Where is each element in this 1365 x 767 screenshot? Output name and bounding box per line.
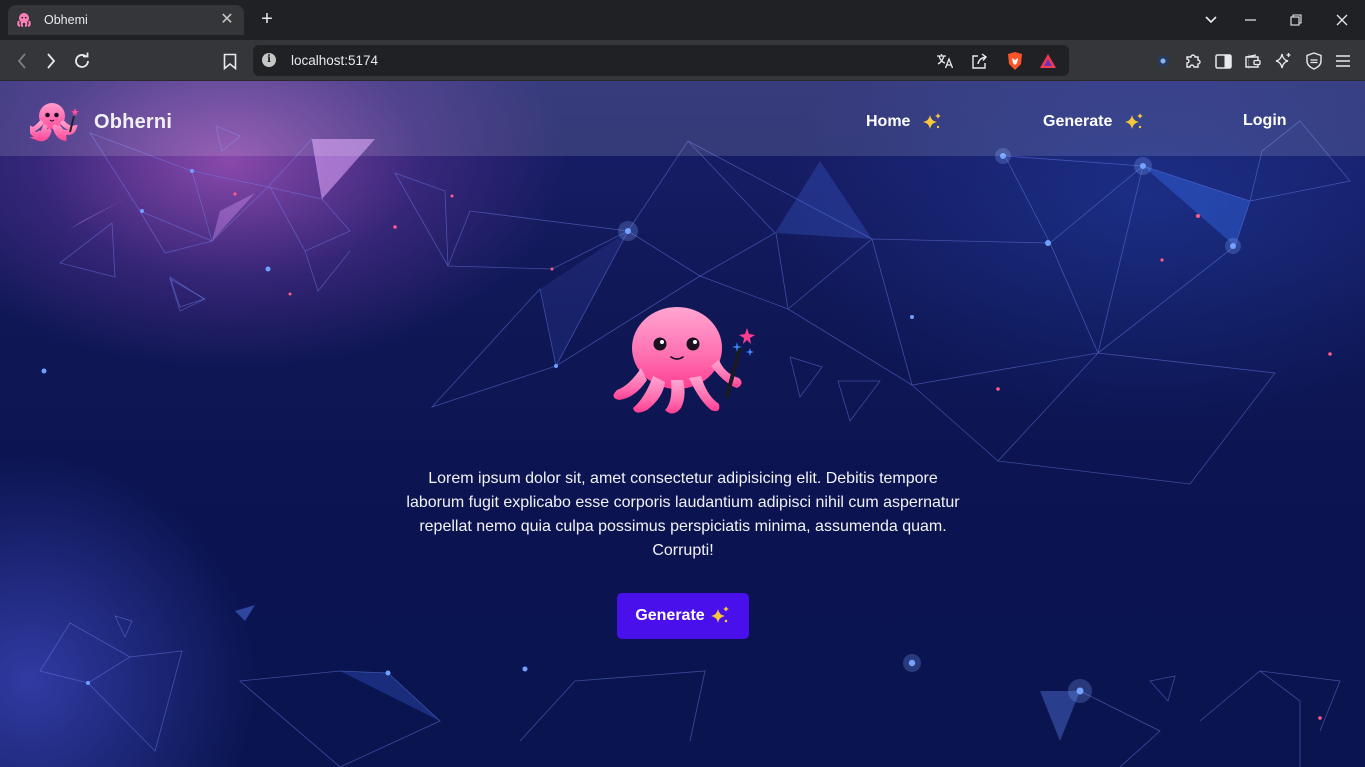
brand-link[interactable]: Obherni <box>30 101 172 143</box>
sidebar-icon[interactable] <box>1210 48 1236 74</box>
info-icon[interactable]: i <box>262 53 276 67</box>
generate-button-label: Generate <box>635 607 705 624</box>
restore-icon[interactable] <box>1274 0 1318 40</box>
bookmark-icon[interactable] <box>217 48 243 74</box>
tab-title: Obhemi <box>44 13 88 27</box>
chevron-down-icon[interactable] <box>1189 0 1233 40</box>
tab-strip: Obhemi ✕ + <box>0 0 1365 40</box>
octopus-favicon <box>16 12 32 28</box>
window-close-icon[interactable] <box>1320 0 1364 40</box>
nav-login-label: Login <box>1243 112 1287 129</box>
url-text: localhost:5174 <box>291 53 379 68</box>
share-icon[interactable] <box>968 50 990 72</box>
sparkles-icon <box>923 113 942 129</box>
menu-icon[interactable] <box>1330 48 1356 74</box>
extension-badge-icon[interactable] <box>1150 48 1176 74</box>
translate-icon[interactable] <box>934 50 956 72</box>
brave-shield-icon[interactable] <box>1004 50 1026 72</box>
nav-generate-label: Generate <box>1043 113 1113 130</box>
browser-tab[interactable]: Obhemi ✕ <box>8 5 244 35</box>
sparkles-icon <box>710 606 729 623</box>
nav-home-label: Home <box>866 113 911 130</box>
generate-button[interactable]: Generate <box>617 593 749 639</box>
leo-icon[interactable] <box>1270 48 1296 74</box>
nav-generate[interactable]: Generate <box>1043 112 1144 132</box>
vpn-icon[interactable] <box>1301 48 1327 74</box>
site-navbar: Obherni Home Generate Login <box>0 81 1365 156</box>
brand-name: Obherni <box>94 110 173 133</box>
nav-login[interactable]: Login <box>1243 112 1287 130</box>
nav-home[interactable]: Home <box>866 112 942 132</box>
minimize-icon[interactable] <box>1229 0 1273 40</box>
forward-icon[interactable] <box>38 48 64 74</box>
hero-description: Lorem ipsum dolor sit, amet consectetur … <box>406 470 960 559</box>
reload-icon[interactable] <box>69 48 95 74</box>
close-icon[interactable]: ✕ <box>218 11 236 29</box>
web-page: Obherni Home Generate Login Lorem ipsum … <box>0 81 1365 767</box>
octopus-mascot <box>613 307 755 414</box>
brave-rewards-icon[interactable] <box>1037 50 1059 72</box>
octopus-logo <box>30 103 79 142</box>
back-icon[interactable] <box>9 48 35 74</box>
wallet-icon[interactable] <box>1240 48 1266 74</box>
network-background <box>39 120 1351 767</box>
browser-toolbar: i localhost:5174 <box>0 40 1365 81</box>
address-bar[interactable]: i localhost:5174 <box>253 45 1249 76</box>
sparkles-icon <box>1125 113 1144 129</box>
puzzle-icon[interactable] <box>1180 48 1206 74</box>
plus-icon[interactable]: + <box>256 8 278 30</box>
